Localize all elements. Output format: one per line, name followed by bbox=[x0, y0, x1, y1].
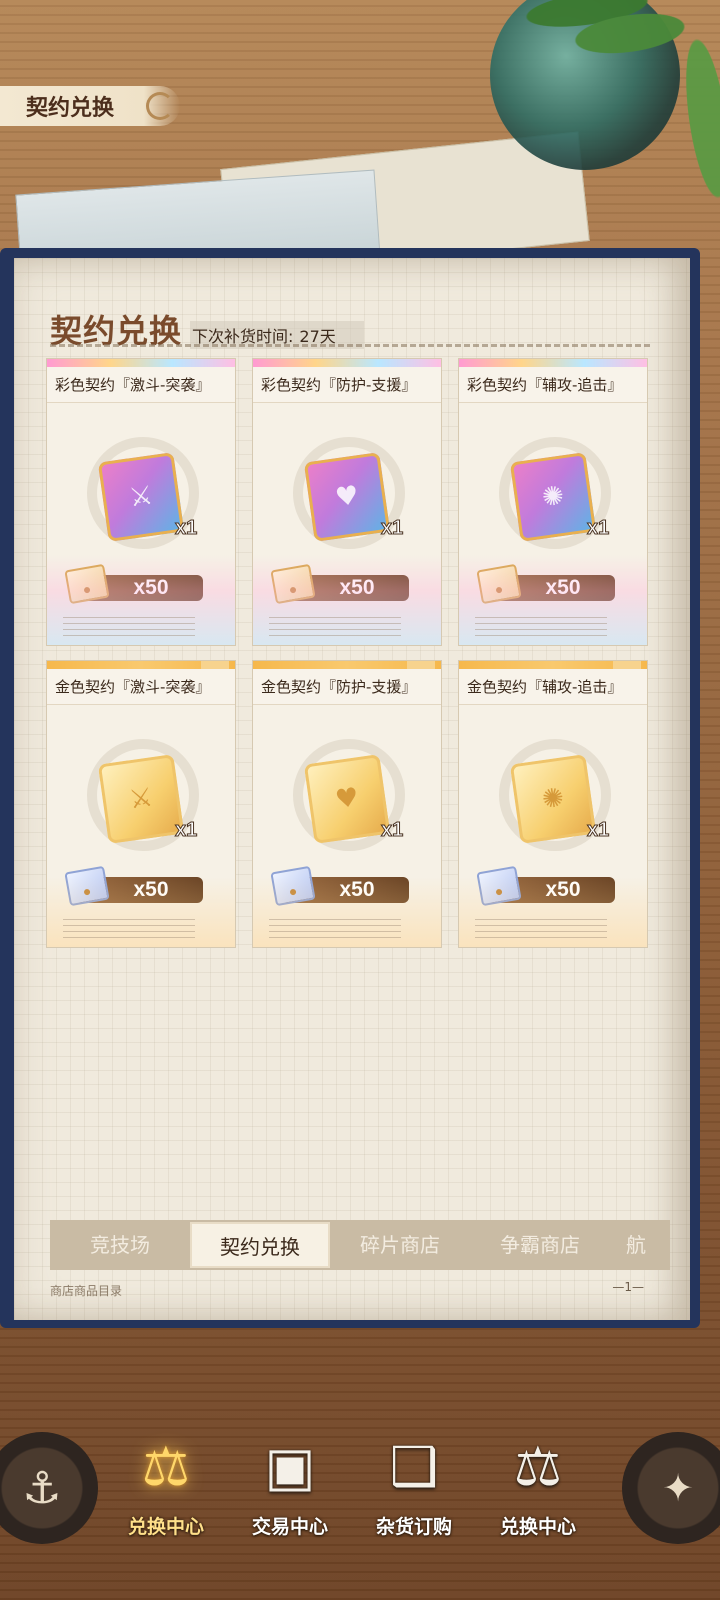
rainbow-contract-scroll-icon: ♥ bbox=[303, 452, 391, 542]
tab-supremacy-shop[interactable]: 争霸商店 bbox=[470, 1220, 610, 1270]
card-tag bbox=[613, 661, 641, 669]
card-quantity: x1 bbox=[174, 517, 198, 540]
page-title: 契约兑换 bbox=[26, 95, 115, 120]
contract-card[interactable]: 彩色契约『辅攻-追击』 ✺ x1 x50 bbox=[458, 358, 648, 646]
contract-card[interactable]: 金色契约『激斗-突袭』 ⚔ x1 x50 bbox=[46, 660, 236, 948]
contract-token-icon bbox=[476, 563, 522, 605]
card-quantity: x1 bbox=[174, 819, 198, 842]
card-cost[interactable]: x50 bbox=[79, 575, 203, 601]
card-name: 金色契约『防护-支援』 bbox=[253, 669, 441, 705]
card-name: 金色契约『激斗-突袭』 bbox=[47, 669, 235, 705]
card-cost[interactable]: x50 bbox=[79, 877, 203, 903]
rainbow-contract-scroll-icon: ⚔ bbox=[97, 452, 185, 542]
nav-grocery-order[interactable]: ❑ 杂货订购 bbox=[354, 1426, 474, 1539]
nav-trade-center[interactable]: ▣ 交易中心 bbox=[230, 1426, 350, 1539]
tab-contract-exchange[interactable]: 契约兑换 bbox=[190, 1222, 330, 1268]
card-cost[interactable]: x50 bbox=[491, 877, 615, 903]
contract-card[interactable]: 金色契约『辅攻-追击』 ✺ x1 x50 bbox=[458, 660, 648, 948]
chest-icon: ▣ bbox=[264, 1434, 316, 1498]
scales-star-icon: ⚖ bbox=[513, 1434, 563, 1498]
tab-fragment-shop[interactable]: 碎片商店 bbox=[330, 1220, 470, 1270]
nav-label: 交易中心 bbox=[251, 1517, 328, 1538]
card-name: 彩色契约『激斗-突袭』 bbox=[47, 367, 235, 403]
page-title-tag: 契约兑换 bbox=[0, 86, 180, 126]
book: 契约兑换 下次补货时间: 27天 彩色契约『激斗-突袭』 ⚔ x1 x50 彩色契… bbox=[0, 248, 700, 1328]
card-name: 彩色契约『防护-支援』 bbox=[253, 367, 441, 403]
card-notes bbox=[475, 617, 607, 637]
gold-contract-scroll-icon: ⚔ bbox=[97, 754, 185, 844]
nav-label: 兑换中心 bbox=[127, 1517, 204, 1538]
contract-card[interactable]: 彩色契约『防护-支援』 ♥ x1 x50 bbox=[252, 358, 442, 646]
page-number: —1— bbox=[612, 1280, 644, 1294]
card-name: 金色契约『辅攻-追击』 bbox=[459, 669, 647, 705]
card-notes bbox=[63, 919, 195, 939]
nav-exchange-center-2[interactable]: ⚖ 兑换中心 bbox=[478, 1426, 598, 1539]
contract-token-icon bbox=[64, 563, 110, 605]
rainbow-contract-scroll-icon: ✺ bbox=[509, 452, 597, 542]
gold-contract-scroll-icon: ♥ bbox=[303, 754, 391, 844]
bottom-nav: ⚓ ⚖ 兑换中心 ▣ 交易中心 ❑ 杂货订购 ⚖ 兑换中心 ✦ bbox=[0, 1420, 720, 1600]
card-cost[interactable]: x50 bbox=[491, 575, 615, 601]
scales-icon: ⚖ bbox=[141, 1434, 191, 1498]
card-quantity: x1 bbox=[380, 517, 404, 540]
card-quantity: x1 bbox=[586, 819, 610, 842]
contract-token-icon bbox=[476, 865, 522, 907]
tab-voyage[interactable]: 航 bbox=[610, 1220, 670, 1270]
card-name: 彩色契约『辅攻-追击』 bbox=[459, 367, 647, 403]
gold-contract-scroll-icon: ✺ bbox=[509, 754, 597, 844]
nav-exchange-center[interactable]: ⚖ 兑换中心 bbox=[106, 1426, 226, 1539]
card-notes bbox=[63, 617, 195, 637]
back-anchor-icon[interactable]: ⚓ bbox=[0, 1432, 98, 1544]
card-band bbox=[459, 359, 647, 367]
card-tag bbox=[201, 661, 229, 669]
card-quantity: x1 bbox=[586, 517, 610, 540]
card-band bbox=[47, 359, 235, 367]
card-band bbox=[253, 359, 441, 367]
book-page: 契约兑换 下次补货时间: 27天 彩色契约『激斗-突袭』 ⚔ x1 x50 彩色契… bbox=[14, 258, 690, 1320]
card-notes bbox=[269, 617, 401, 637]
card-notes bbox=[269, 919, 401, 939]
contract-card[interactable]: 金色契约『防护-支援』 ♥ x1 x50 bbox=[252, 660, 442, 948]
contract-card[interactable]: 彩色契约『激斗-突袭』 ⚔ x1 x50 bbox=[46, 358, 236, 646]
divider bbox=[50, 344, 650, 347]
catalog-label: 商店商品目录 bbox=[50, 1284, 123, 1298]
contract-token-icon bbox=[270, 865, 316, 907]
card-cost[interactable]: x50 bbox=[285, 877, 409, 903]
book-icon: ❑ bbox=[389, 1434, 439, 1498]
swirl-icon bbox=[146, 92, 174, 120]
card-cost[interactable]: x50 bbox=[285, 575, 409, 601]
card-notes bbox=[475, 919, 607, 939]
nav-label: 杂货订购 bbox=[375, 1517, 452, 1538]
compass-icon[interactable]: ✦ bbox=[622, 1432, 720, 1544]
nav-label: 兑换中心 bbox=[499, 1517, 576, 1538]
contract-grid: 彩色契约『激斗-突袭』 ⚔ x1 x50 彩色契约『防护-支援』 ♥ x1 x5… bbox=[46, 358, 656, 948]
card-tag bbox=[407, 661, 435, 669]
shop-tabs: 竞技场 契约兑换 碎片商店 争霸商店 航 bbox=[50, 1220, 670, 1270]
card-quantity: x1 bbox=[380, 819, 404, 842]
tab-arena[interactable]: 竞技场 bbox=[50, 1220, 190, 1270]
contract-token-icon bbox=[64, 865, 110, 907]
contract-token-icon bbox=[270, 563, 316, 605]
